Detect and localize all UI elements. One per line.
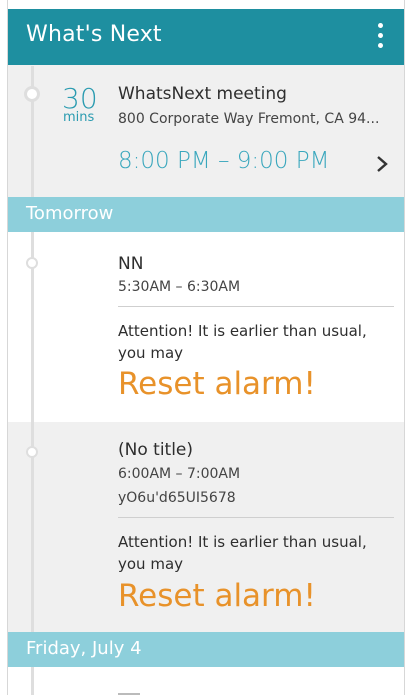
cut-off-event-title — [118, 688, 142, 695]
event-location: 800 Corporate Way Fremont, CA 94... — [118, 111, 380, 127]
reset-alarm-link[interactable]: Reset alarm! — [118, 366, 316, 402]
divider — [118, 517, 394, 518]
section-header-label: Tomorrow — [26, 203, 114, 224]
app-bar: What's Next — [8, 9, 404, 65]
timeline-dot — [26, 257, 38, 269]
timeline-dot — [26, 446, 38, 458]
countdown-unit: mins — [63, 110, 95, 125]
friday-events-area — [8, 667, 404, 695]
event-title: WhatsNext meeting — [118, 84, 287, 104]
event-location: yO6u'd65UI5678 — [118, 490, 236, 506]
early-notice: Attention! It is earlier than usual, you… — [118, 322, 367, 362]
timeline-line — [31, 66, 34, 695]
timeline-dot-current — [24, 86, 40, 102]
chevron-right-icon[interactable] — [376, 155, 388, 173]
whats-next-screen: What's Next 30 mins WhatsNext meeting 80… — [0, 0, 406, 695]
section-header-label: Friday, July 4 — [26, 638, 142, 659]
divider — [118, 306, 394, 307]
frame-right-edge — [404, 0, 405, 695]
more-vert-icon[interactable] — [370, 23, 390, 51]
section-header-tomorrow: Tomorrow — [8, 197, 404, 232]
event-title: (No title) — [118, 440, 194, 460]
event-time: 6:00AM – 7:00AM — [118, 466, 241, 482]
reset-alarm-link[interactable]: Reset alarm! — [118, 578, 316, 614]
app-title: What's Next — [26, 22, 162, 47]
early-notice: Attention! It is earlier than usual, you… — [118, 533, 367, 573]
event-time-range[interactable]: 8:00 PM – 9:00 PM — [118, 148, 329, 174]
event-time: 5:30AM – 6:30AM — [118, 279, 241, 295]
event-title: NN — [118, 254, 144, 274]
section-header-friday: Friday, July 4 — [8, 632, 404, 667]
